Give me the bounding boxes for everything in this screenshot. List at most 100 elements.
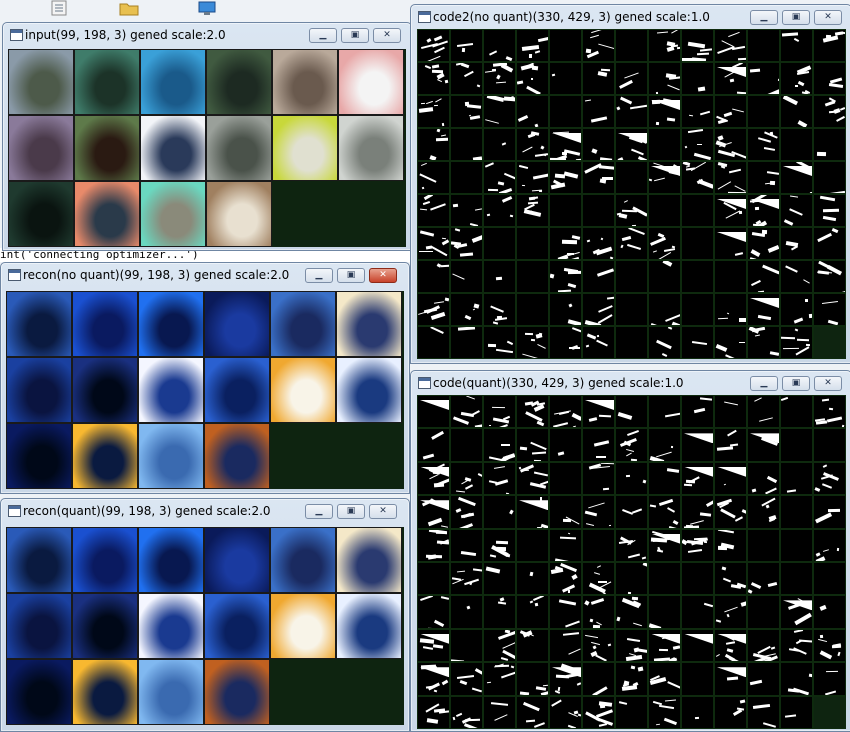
code-cell (681, 128, 714, 161)
folder-icon[interactable] (118, 0, 140, 16)
code-cell (516, 428, 549, 462)
titlebar[interactable]: recon(no quant)(99, 198, 3) gened scale:… (1, 263, 409, 287)
code-cell (780, 95, 813, 128)
maximize-button[interactable]: ▣ (782, 10, 810, 25)
code-cell (780, 628, 813, 663)
code-cell (549, 62, 582, 95)
code-cell (549, 528, 582, 562)
code-cell (483, 29, 516, 62)
code-cell (582, 326, 615, 359)
code-cell (747, 194, 780, 227)
titlebar[interactable]: code2(no quant)(330, 429, 3) gened scale… (411, 5, 850, 29)
code-cell (450, 528, 483, 562)
code-cell (681, 326, 714, 359)
code-cell (483, 326, 516, 359)
code-cell (516, 326, 549, 359)
tile-truck-yellow (272, 115, 338, 181)
code-cell (549, 428, 582, 462)
code-cell (615, 260, 648, 293)
code-cell (714, 595, 747, 629)
code-cell (450, 695, 483, 729)
tile-truck (272, 49, 338, 115)
code-cell (582, 128, 615, 161)
code-cell (714, 29, 747, 62)
code-cell (780, 194, 813, 227)
maximize-button[interactable]: ▣ (337, 504, 365, 519)
minimize-button[interactable]: ▁ (750, 10, 778, 25)
code-cell (483, 695, 516, 729)
tile-bird (72, 659, 138, 725)
code-cell (780, 62, 813, 95)
code-cell (780, 528, 813, 562)
code-cell (747, 662, 780, 696)
code-cell (813, 628, 846, 663)
code-cell (714, 461, 747, 496)
close-button[interactable]: ✕ (369, 504, 397, 519)
titlebar[interactable]: recon(quant)(99, 198, 3) gened scale:2.0… (1, 499, 409, 523)
code-cell (450, 562, 483, 596)
code-cell (549, 562, 582, 596)
minimize-button[interactable]: ▁ (750, 376, 778, 391)
maximize-button[interactable]: ▣ (782, 376, 810, 391)
close-button[interactable]: ✕ (814, 10, 842, 25)
code-cell (747, 227, 780, 260)
code-cell (747, 461, 780, 496)
code-cell (615, 562, 648, 596)
window-code-quant[interactable]: code(quant)(330, 429, 3) gened scale:1.0… (410, 370, 850, 732)
code-cell (483, 495, 516, 529)
code-cell (813, 227, 846, 260)
close-button[interactable]: ✕ (369, 268, 397, 283)
close-button[interactable]: ✕ (373, 28, 401, 43)
code-cell (813, 161, 846, 194)
tile-frog-green (72, 527, 138, 593)
code-cell (648, 29, 681, 62)
code-cell (681, 95, 714, 128)
document-icon[interactable] (48, 0, 70, 16)
tile-frog-grey (204, 357, 270, 423)
code-cell (417, 428, 450, 462)
code-cell (813, 260, 846, 293)
code-cell (483, 194, 516, 227)
tile-deer (6, 423, 72, 489)
code-cell (615, 95, 648, 128)
titlebar[interactable]: input(99, 198, 3) gened scale:2.0 ▁ ▣ ✕ (3, 23, 411, 47)
window-title: recon(no quant)(99, 198, 3) gened scale:… (23, 268, 290, 282)
minimize-button[interactable]: ▁ (309, 28, 337, 43)
code-cell (681, 628, 714, 663)
tile-blue-car (138, 291, 204, 357)
tile-bird-owl (204, 423, 270, 489)
code-cell (747, 528, 780, 562)
code-cell (450, 461, 483, 496)
window-recon-quant[interactable]: recon(quant)(99, 198, 3) gened scale:2.0… (0, 498, 410, 732)
code-cell (483, 95, 516, 128)
code-cell (780, 562, 813, 596)
code-cell (648, 662, 681, 696)
code-cell (813, 95, 846, 128)
window-recon-no-quant[interactable]: recon(no quant)(99, 198, 3) gened scale:… (0, 262, 410, 494)
code-cell (417, 461, 450, 496)
network-icon[interactable] (196, 0, 218, 16)
code-cell (615, 528, 648, 562)
code-cell (483, 260, 516, 293)
code-cell (450, 628, 483, 663)
code-cell (483, 395, 516, 429)
code-cell (450, 62, 483, 95)
code-cell (516, 260, 549, 293)
code-cell (516, 562, 549, 596)
tile-frog-purple (6, 593, 72, 659)
close-button[interactable]: ✕ (814, 376, 842, 391)
titlebar[interactable]: code(quant)(330, 429, 3) gened scale:1.0… (411, 371, 850, 395)
minimize-button[interactable]: ▁ (305, 504, 333, 519)
code-cell (483, 428, 516, 462)
code-cell (615, 428, 648, 462)
code-cell (780, 227, 813, 260)
window-code2-no-quant[interactable]: code2(no quant)(330, 429, 3) gened scale… (410, 4, 850, 364)
tile-truck-yellow (270, 593, 336, 659)
minimize-button[interactable]: ▁ (305, 268, 333, 283)
maximize-button[interactable]: ▣ (337, 268, 365, 283)
window-input[interactable]: input(99, 198, 3) gened scale:2.0 ▁ ▣ ✕ (2, 22, 412, 251)
maximize-button[interactable]: ▣ (341, 28, 369, 43)
tile-frog-green (74, 49, 140, 115)
code-cell (615, 326, 648, 359)
code-cell (483, 62, 516, 95)
